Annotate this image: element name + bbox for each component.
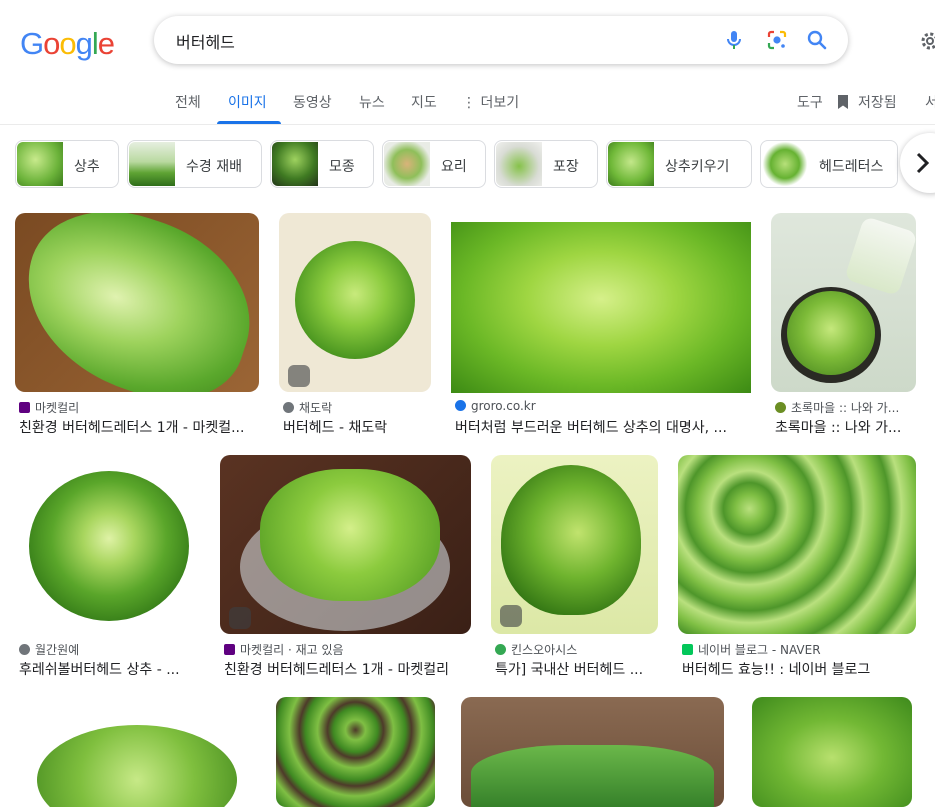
result-source: 채도락	[283, 399, 431, 416]
image-result[interactable]: 킨스오아시스 특가] 국내산 버터헤드 ...	[491, 455, 658, 680]
logo-letter: e	[97, 26, 115, 61]
globe-icon	[19, 644, 30, 655]
chip-label: 모종	[329, 159, 355, 175]
tab-images[interactable]: 이미지	[228, 92, 267, 112]
chip-label: 수경 재배	[186, 159, 242, 175]
result-thumbnail[interactable]	[15, 697, 250, 807]
tab-maps[interactable]: 지도	[411, 92, 437, 112]
result-thumbnail[interactable]	[752, 697, 912, 807]
chip-thumbnail	[272, 142, 318, 186]
image-result[interactable]	[461, 697, 724, 807]
bookmark-icon	[838, 95, 848, 109]
result-source: 킨스오아시스	[495, 641, 658, 658]
site-favicon	[455, 400, 466, 411]
active-tab-indicator	[217, 121, 281, 124]
tab-tools[interactable]: 도구	[797, 92, 823, 112]
result-thumbnail[interactable]	[678, 455, 916, 634]
chip-thumbnail	[384, 142, 430, 186]
product-tag-icon	[229, 607, 251, 629]
site-favicon	[19, 402, 30, 413]
tab-news[interactable]: 뉴스	[359, 92, 385, 112]
chip-thumbnail	[762, 142, 808, 186]
result-title[interactable]: 친환경 버터헤드레터스 1개 - 마켓컬리	[224, 659, 471, 679]
gear-icon[interactable]	[918, 29, 935, 53]
chip-label: 요리	[441, 159, 467, 175]
chip-thumbnail	[496, 142, 542, 186]
image-result[interactable]	[15, 697, 250, 807]
result-title[interactable]: 후레쉬볼버터헤드 상추 - ...	[19, 659, 200, 679]
chip-cooking[interactable]: 요리	[382, 140, 486, 188]
result-title[interactable]: 특가] 국내산 버터헤드 ...	[495, 659, 658, 679]
result-source: 월간원예	[19, 641, 200, 658]
image-result[interactable]: 마켓컬리 · 재고 있음 친환경 버터헤드레터스 1개 - 마켓컬리	[220, 455, 471, 680]
chip-label: 상추	[74, 159, 100, 175]
logo-letter: g	[75, 26, 93, 61]
tab-all[interactable]: 전체	[175, 92, 201, 112]
chip-growing-lettuce[interactable]: 상추키우기	[606, 140, 752, 188]
result-thumbnail[interactable]	[279, 213, 431, 392]
chip-thumbnail	[608, 142, 654, 186]
result-source: 마켓컬리	[19, 399, 259, 416]
site-favicon	[495, 644, 506, 655]
chip-head-lettuce[interactable]: 헤드레터스	[760, 140, 898, 188]
logo-letter: o	[59, 26, 76, 61]
result-thumbnail[interactable]	[451, 222, 751, 393]
chip-seedlings[interactable]: 모종	[270, 140, 374, 188]
logo-letter: G	[20, 26, 44, 61]
result-thumbnail[interactable]	[15, 213, 259, 392]
globe-icon	[283, 402, 294, 413]
chip-hydroponics[interactable]: 수경 재배	[127, 140, 262, 188]
image-result[interactable]: groro.co.kr 버터처럼 부드러운 버터헤드 상추의 대명사, ...	[451, 213, 751, 438]
site-favicon	[775, 402, 786, 413]
lens-icon[interactable]	[765, 28, 789, 52]
image-result[interactable]: 마켓컬리 친환경 버터헤드레터스 1개 - 마켓컬...	[15, 213, 259, 438]
result-title[interactable]: 초록마을 :: 나와 가...	[775, 417, 916, 437]
result-thumbnail[interactable]	[771, 213, 916, 392]
result-source: 네이버 블로그 - NAVER	[682, 641, 916, 658]
tab-safesearch[interactable]: 서	[925, 92, 935, 112]
result-thumbnail[interactable]	[220, 455, 471, 634]
image-result[interactable]: 초록마을 :: 나와 가... 초록마을 :: 나와 가...	[771, 213, 916, 438]
result-title[interactable]: 친환경 버터헤드레터스 1개 - 마켓컬...	[19, 417, 259, 437]
result-source: 마켓컬리 · 재고 있음	[224, 641, 471, 658]
chip-thumbnail	[129, 142, 175, 186]
search-box[interactable]: 버터헤드	[154, 16, 848, 64]
image-result[interactable]: 월간원예 후레쉬볼버터헤드 상추 - ...	[15, 455, 200, 680]
tab-saved[interactable]: 저장됨	[858, 92, 897, 112]
result-title[interactable]: 버터헤드 효능!! : 네이버 블로그	[682, 659, 916, 679]
related-chips: 상추 수경 재배 모종 요리 포장 상추키우기 헤드레터스	[0, 140, 935, 190]
site-favicon	[224, 644, 235, 655]
result-source: groro.co.kr	[455, 399, 751, 413]
result-thumbnail[interactable]	[491, 455, 658, 634]
product-tag-icon	[288, 365, 310, 387]
image-result[interactable]	[752, 697, 912, 807]
search-tabs: 전체 이미지 동영상 뉴스 지도 ⋮ 더보기 도구 저장됨 서	[0, 80, 935, 125]
image-result[interactable]: 네이버 블로그 - NAVER 버터헤드 효능!! : 네이버 블로그	[678, 455, 916, 680]
search-icon[interactable]	[805, 28, 829, 52]
chip-label: 포장	[553, 159, 579, 175]
result-thumbnail[interactable]	[276, 697, 435, 807]
result-title[interactable]: 버터헤드 - 채도락	[283, 417, 431, 437]
tab-more[interactable]: ⋮ 더보기	[462, 92, 519, 112]
product-tag-icon	[500, 605, 522, 627]
result-thumbnail[interactable]	[15, 455, 200, 634]
google-logo[interactable]: Google	[20, 26, 115, 62]
chip-thumbnail	[17, 142, 63, 186]
chevron-right-icon	[916, 152, 930, 174]
result-title[interactable]: 버터처럼 부드러운 버터헤드 상추의 대명사, ...	[455, 417, 751, 437]
result-thumbnail[interactable]	[461, 697, 724, 807]
chip-lettuce[interactable]: 상추	[15, 140, 119, 188]
image-result[interactable]: 채도락 버터헤드 - 채도락	[279, 213, 431, 438]
search-input[interactable]: 버터헤드	[176, 29, 235, 53]
mic-icon[interactable]	[722, 28, 746, 52]
result-source: 초록마을 :: 나와 가...	[775, 399, 916, 416]
chip-packaging[interactable]: 포장	[494, 140, 598, 188]
logo-letter: o	[43, 26, 60, 61]
image-result[interactable]	[276, 697, 435, 807]
chip-label: 상추키우기	[665, 159, 730, 175]
tab-videos[interactable]: 동영상	[293, 92, 332, 112]
site-favicon	[682, 644, 693, 655]
chip-label: 헤드레터스	[819, 159, 884, 175]
